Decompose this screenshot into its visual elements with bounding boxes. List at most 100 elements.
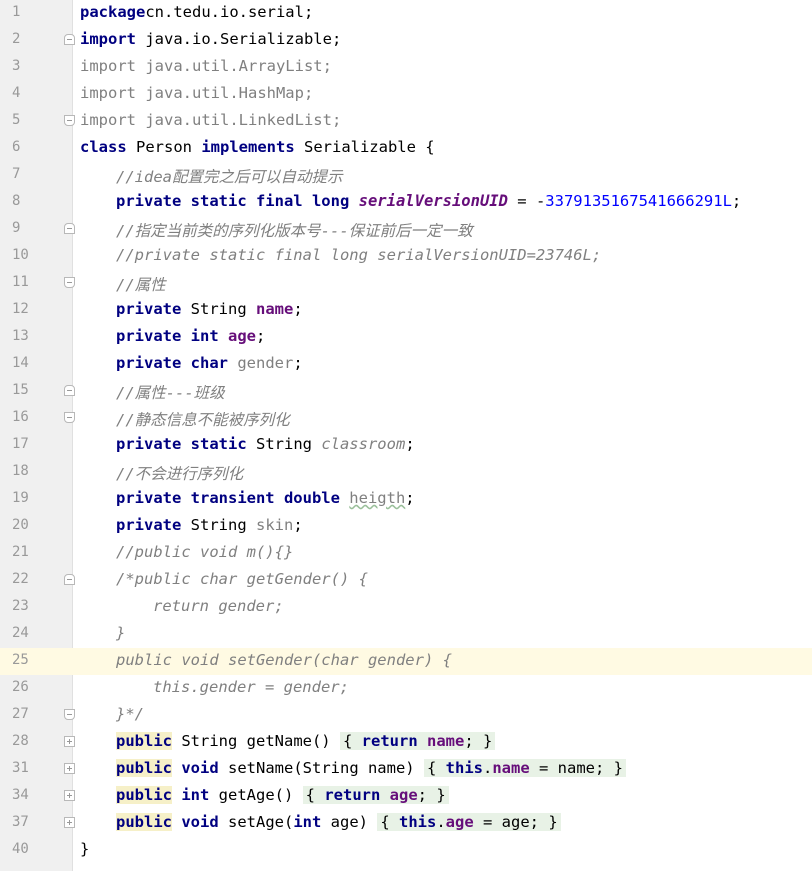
code-text[interactable]: //属性---班级 bbox=[116, 381, 225, 403]
code-text[interactable]: private static String classroom; bbox=[116, 435, 415, 453]
code-line[interactable]: 18 //不会进行序列化 bbox=[0, 459, 812, 486]
folded-code-block[interactable]: { this.name = name; } bbox=[423, 759, 626, 777]
line-number: 9 bbox=[12, 220, 21, 236]
code-text[interactable]: } bbox=[80, 840, 89, 858]
code-text[interactable]: private transient double heigth; bbox=[116, 489, 415, 507]
code-token: { bbox=[426, 759, 446, 777]
code-line[interactable]: 12 private String name; bbox=[0, 297, 812, 324]
code-line[interactable]: 22 /*public char getGender() { bbox=[0, 567, 812, 594]
fold-collapse-icon[interactable] bbox=[64, 709, 75, 720]
code-token: { bbox=[342, 732, 362, 750]
code-line[interactable]: 13 private int age; bbox=[0, 324, 812, 351]
code-line[interactable]: 19 private transient double heigth; bbox=[0, 486, 812, 513]
code-text[interactable]: //指定当前类的序列化版本号---保证前后一定一致 bbox=[116, 219, 473, 241]
code-text[interactable]: //idea配置完之后可以自动提示 bbox=[116, 165, 343, 187]
code-text[interactable]: public void setGender(char gender) { bbox=[116, 651, 452, 669]
code-text[interactable]: private static final long serialVersionU… bbox=[116, 192, 741, 210]
line-number-cell: 11 bbox=[0, 270, 72, 297]
fold-collapse-icon[interactable] bbox=[64, 34, 75, 45]
code-text[interactable]: private int age; bbox=[116, 327, 265, 345]
code-text[interactable]: //private static final long serialVersio… bbox=[116, 246, 601, 264]
line-number: 31 bbox=[12, 760, 29, 776]
code-line[interactable]: 28 public String getName() { return name;… bbox=[0, 729, 812, 756]
code-text[interactable]: }*/ bbox=[116, 705, 144, 723]
code-token: = age; } bbox=[473, 813, 558, 831]
code-line[interactable]: 5 import java.util.LinkedList; bbox=[0, 108, 812, 135]
fold-collapse-icon[interactable] bbox=[64, 223, 75, 234]
code-text[interactable]: import java.util.ArrayList; bbox=[80, 57, 332, 75]
code-line[interactable]: 7 //idea配置完之后可以自动提示 bbox=[0, 162, 812, 189]
folded-code-block[interactable]: { return name; } bbox=[339, 732, 496, 750]
code-text[interactable]: packagecn.tedu.io.serial; bbox=[80, 3, 313, 21]
folded-code-block[interactable]: { this.age = age; } bbox=[377, 813, 561, 831]
code-line[interactable]: 6 class Person implements Serializable { bbox=[0, 135, 812, 162]
code-line[interactable]: 16 //静态信息不能被序列化 bbox=[0, 405, 812, 432]
code-line[interactable]: 31 public void setName(String name) { thi… bbox=[0, 756, 812, 783]
code-text[interactable]: return gender; bbox=[153, 597, 284, 615]
code-text[interactable]: private String name; bbox=[116, 300, 303, 318]
code-line[interactable]: 20 private String skin; bbox=[0, 513, 812, 540]
folded-code-block[interactable]: { return age; } bbox=[302, 786, 449, 804]
code-line[interactable]: 23 return gender; bbox=[0, 594, 812, 621]
code-text[interactable]: class Person implements Serializable { bbox=[80, 138, 435, 156]
fold-expand-icon[interactable] bbox=[64, 817, 75, 828]
code-line[interactable]: 17 private static String classroom; bbox=[0, 432, 812, 459]
code-text[interactable]: } bbox=[116, 624, 125, 642]
code-line[interactable]: 1 packagecn.tedu.io.serial; bbox=[0, 0, 812, 27]
line-number-cell: 15 bbox=[0, 378, 72, 405]
code-token: /*public char getGender() { bbox=[116, 570, 368, 588]
code-editor[interactable]: 1 packagecn.tedu.io.serial; 2 import java.i… bbox=[0, 0, 812, 871]
line-number-cell: 24 bbox=[0, 621, 72, 648]
code-token: cn.tedu.io.serial; bbox=[145, 3, 314, 21]
fold-collapse-icon[interactable] bbox=[64, 385, 75, 396]
code-token: package bbox=[80, 3, 146, 21]
code-text[interactable]: public void setName(String name) { this.… bbox=[116, 759, 626, 777]
line-number-cell: 23 bbox=[0, 594, 72, 621]
code-line[interactable]: 4 import java.util.HashMap; bbox=[0, 81, 812, 108]
fold-collapse-icon[interactable] bbox=[64, 412, 75, 423]
code-text[interactable]: import java.util.LinkedList; bbox=[80, 111, 341, 129]
code-text[interactable]: public void setAge(int age) { this.age =… bbox=[116, 813, 561, 831]
code-line[interactable]: 21 //public void m(){} bbox=[0, 540, 812, 567]
code-text[interactable]: public String getName() { return name; } bbox=[116, 732, 496, 750]
code-line[interactable]: 3 import java.util.ArrayList; bbox=[0, 54, 812, 81]
code-text[interactable]: /*public char getGender() { bbox=[116, 570, 368, 588]
code-line[interactable]: 37 public void setAge(int age) { this.age… bbox=[0, 810, 812, 837]
code-line[interactable]: 8 private static final long serialVersion… bbox=[0, 189, 812, 216]
code-token: 3379135167541666291L bbox=[545, 192, 732, 210]
code-line[interactable]: 24} bbox=[0, 621, 812, 648]
code-token: public bbox=[116, 813, 172, 831]
code-text[interactable]: this.gender = gender; bbox=[153, 678, 349, 696]
code-text[interactable]: import java.util.HashMap; bbox=[80, 84, 313, 102]
code-line[interactable]: 27 }*/ bbox=[0, 702, 812, 729]
line-number: 1 bbox=[12, 4, 21, 20]
code-line[interactable]: 15 //属性---班级 bbox=[0, 378, 812, 405]
line-number-cell: 17 bbox=[0, 432, 72, 459]
code-text[interactable]: //属性 bbox=[116, 273, 166, 295]
code-text[interactable]: private char gender; bbox=[116, 354, 303, 372]
code-text[interactable]: private String skin; bbox=[116, 516, 303, 534]
fold-collapse-icon[interactable] bbox=[64, 574, 75, 585]
code-line[interactable]: 14 private char gender; bbox=[0, 351, 812, 378]
fold-expand-icon[interactable] bbox=[64, 763, 75, 774]
fold-collapse-icon[interactable] bbox=[64, 277, 75, 288]
code-line[interactable]: 25 public void setGender(char gender) { bbox=[0, 648, 812, 675]
code-line[interactable]: 2 import java.io.Serializable; bbox=[0, 27, 812, 54]
code-line[interactable]: 11 //属性 bbox=[0, 270, 812, 297]
line-number: 27 bbox=[12, 706, 29, 722]
code-token: //指定当前类的序列化版本号---保证前后一定一致 bbox=[116, 222, 473, 240]
code-line[interactable]: 26 this.gender = gender; bbox=[0, 675, 812, 702]
code-line[interactable]: 34 public int getAge() { return age; } bbox=[0, 783, 812, 810]
fold-collapse-icon[interactable] bbox=[64, 115, 75, 126]
line-number-cell: 28 bbox=[0, 729, 72, 756]
code-text[interactable]: //不会进行序列化 bbox=[116, 462, 243, 484]
code-text[interactable]: import java.io.Serializable; bbox=[80, 30, 341, 48]
code-line[interactable]: 10 //private static final long serialVers… bbox=[0, 243, 812, 270]
code-text[interactable]: public int getAge() { return age; } bbox=[116, 786, 449, 804]
fold-expand-icon[interactable] bbox=[64, 736, 75, 747]
code-line[interactable]: 40} bbox=[0, 837, 812, 864]
code-text[interactable]: //静态信息不能被序列化 bbox=[116, 408, 290, 430]
fold-expand-icon[interactable] bbox=[64, 790, 75, 801]
code-line[interactable]: 9 //指定当前类的序列化版本号---保证前后一定一致 bbox=[0, 216, 812, 243]
code-text[interactable]: //public void m(){} bbox=[116, 543, 293, 561]
